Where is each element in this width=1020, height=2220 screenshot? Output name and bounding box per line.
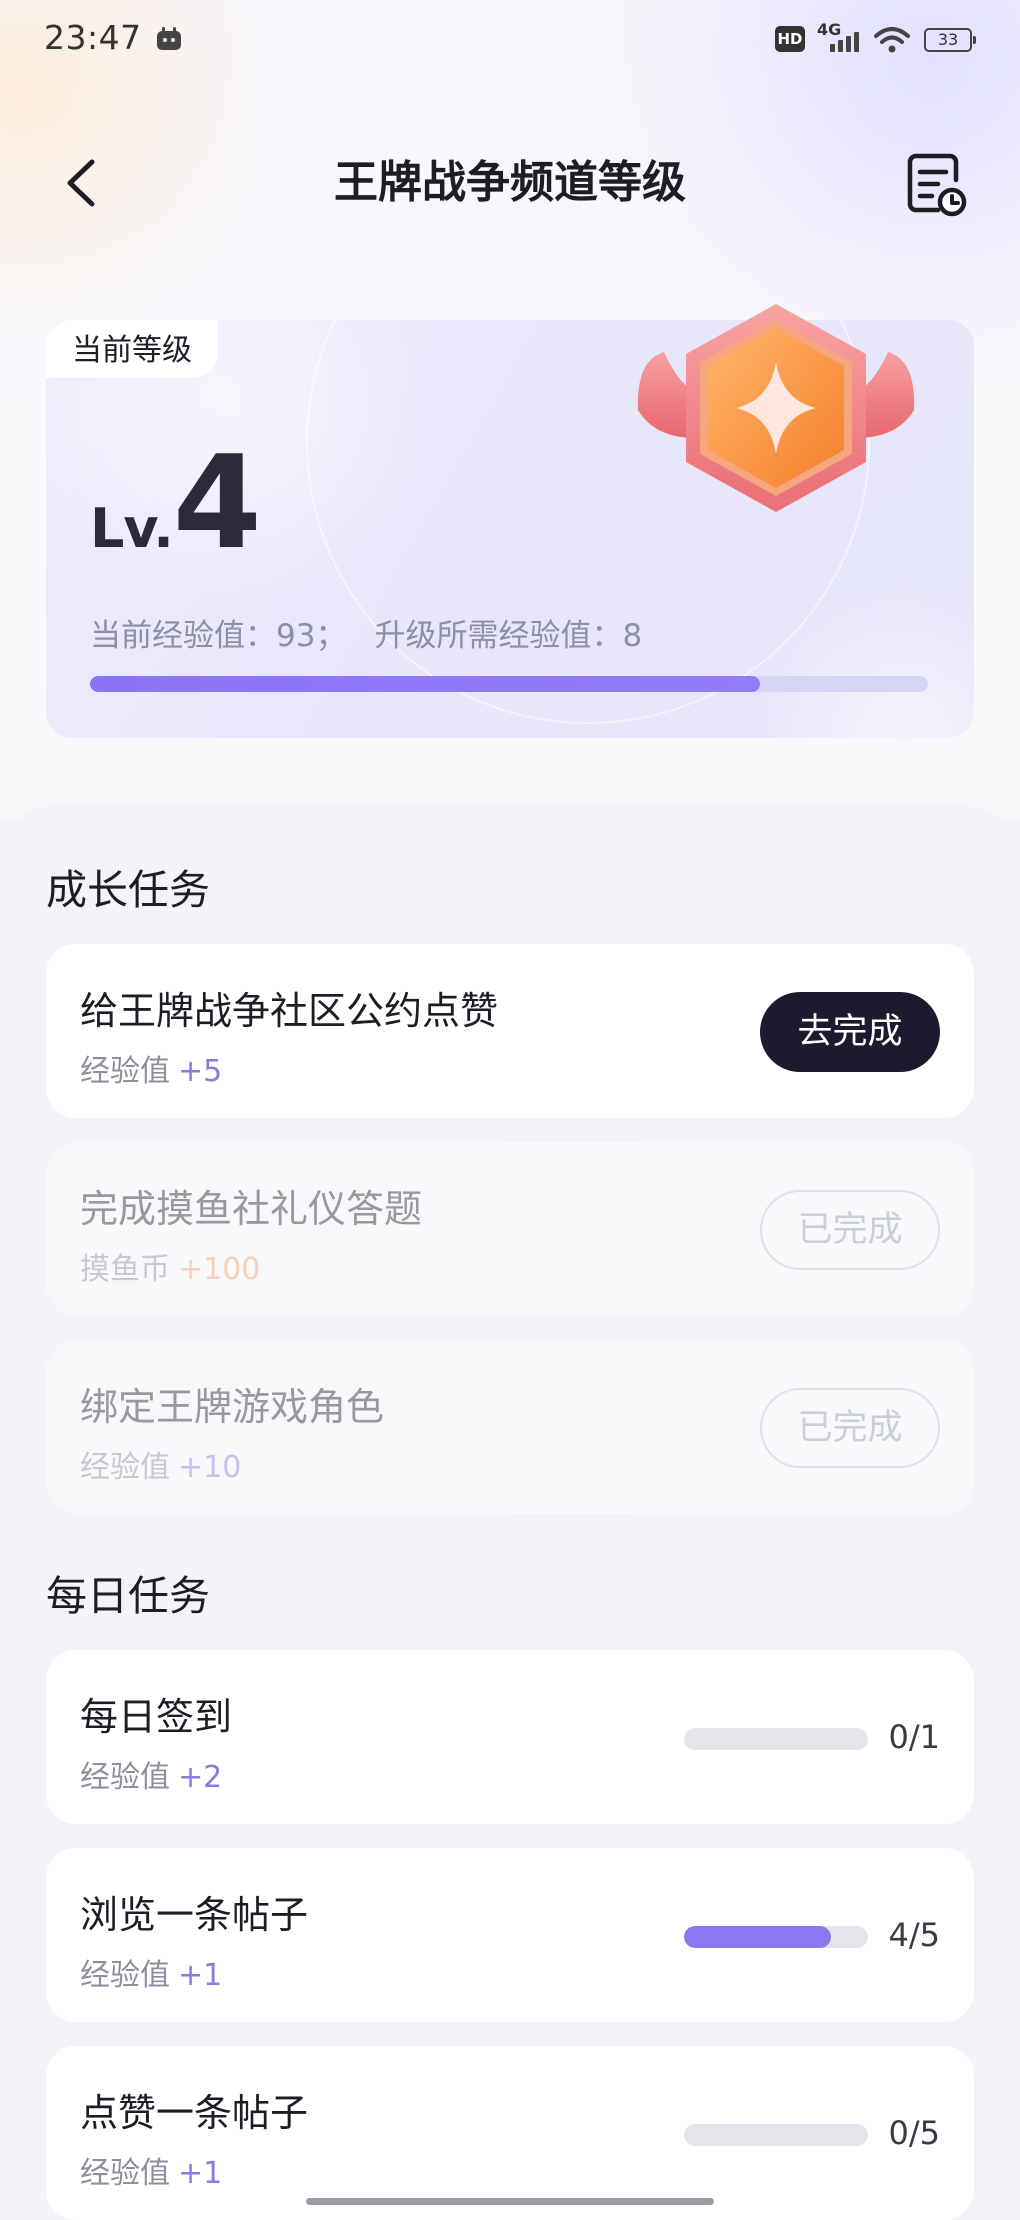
task-progress-bar: [684, 1728, 868, 1750]
task-reward: 摸鱼币 +100: [80, 1244, 260, 1288]
task-title: 每日签到: [80, 1695, 233, 1739]
wifi-icon: [874, 27, 910, 53]
growth-task-card: 给王牌战争社区公约点赞 经验值 +5 去完成: [46, 944, 974, 1118]
level-prefix: Lv.: [90, 497, 174, 560]
winged-hexagon-star-badge: [637, 304, 915, 512]
reward-value: +100: [178, 1252, 261, 1287]
home-indicator[interactable]: [306, 2198, 714, 2205]
reward-label: 经验值: [80, 1450, 170, 1485]
growth-task-card: 绑定王牌游戏角色 经验值 +10 已完成: [46, 1340, 974, 1514]
reward-value: +1: [178, 2156, 223, 2191]
reward-label: 摸鱼币: [80, 1252, 170, 1287]
record-clock-icon[interactable]: [902, 150, 968, 220]
task-title: 绑定王牌游戏角色: [80, 1385, 385, 1429]
task-title: 完成摸鱼社礼仪答题: [80, 1187, 423, 1231]
task-progress-bar: [684, 2124, 868, 2146]
reward-value: +10: [178, 1450, 242, 1485]
battery-icon: 33: [924, 28, 976, 52]
level-number: 4: [172, 429, 262, 578]
go-complete-button[interactable]: 去完成: [760, 992, 940, 1072]
current-level-tag: 当前等级: [46, 320, 218, 378]
status-time: 23:47: [44, 18, 142, 57]
task-count: 0/1: [888, 1718, 941, 1756]
task-title: 浏览一条帖子: [80, 1893, 309, 1937]
reward-label: 经验值: [80, 1958, 170, 1993]
page-title: 王牌战争频道等级: [334, 157, 686, 208]
daily-task-card[interactable]: 每日签到 经验值 +2 0/1: [46, 1650, 974, 1824]
reward-value: +5: [178, 1054, 223, 1089]
current-exp-label: 当前经验值：93；: [90, 618, 347, 654]
reward-label: 经验值: [80, 1054, 170, 1089]
reward-value: +1: [178, 1958, 223, 1993]
completed-button: 已完成: [760, 1190, 940, 1270]
task-reward: 经验值 +10: [80, 1442, 241, 1486]
task-count: 4/5: [888, 1916, 941, 1954]
task-reward: 经验值 +1: [80, 2148, 222, 2192]
growth-task-card: 完成摸鱼社礼仪答题 摸鱼币 +100 已完成: [46, 1142, 974, 1316]
task-progress-bar: [684, 1926, 868, 1948]
task-title: 点赞一条帖子: [80, 2091, 309, 2135]
daily-task-card[interactable]: 点赞一条帖子 经验值 +1 0/5: [46, 2046, 974, 2220]
exp-text: 当前经验值：93； 升级所需经验值：8: [90, 610, 642, 655]
reward-label: 经验值: [80, 2156, 170, 2191]
level-display: Lv.4: [90, 440, 262, 568]
task-title: 给王牌战争社区公约点赞: [80, 989, 499, 1033]
task-progress-fill: [684, 1926, 832, 1948]
exp-progress-bar: [90, 676, 928, 692]
task-reward: 经验值 +2: [80, 1752, 222, 1796]
reward-value: +2: [178, 1760, 223, 1795]
completed-button: 已完成: [760, 1388, 940, 1468]
app-notification-icon: [157, 27, 181, 50]
exp-progress-fill: [90, 676, 761, 692]
task-count: 0/5: [888, 2114, 941, 2152]
daily-task-card[interactable]: 浏览一条帖子 经验值 +1 4/5: [46, 1848, 974, 2022]
growth-section-title: 成长任务: [46, 866, 210, 914]
reward-label: 经验值: [80, 1760, 170, 1795]
status-bar: 23:47 HD 4G 33: [0, 0, 1020, 76]
daily-section-title: 每日任务: [46, 1572, 210, 1620]
task-reward: 经验值 +1: [80, 1950, 222, 1994]
hd-icon: HD: [775, 26, 805, 52]
task-reward: 经验值 +5: [80, 1046, 222, 1090]
required-exp-label: 升级所需经验值：8: [374, 618, 643, 654]
signal-icon: [830, 32, 859, 52]
